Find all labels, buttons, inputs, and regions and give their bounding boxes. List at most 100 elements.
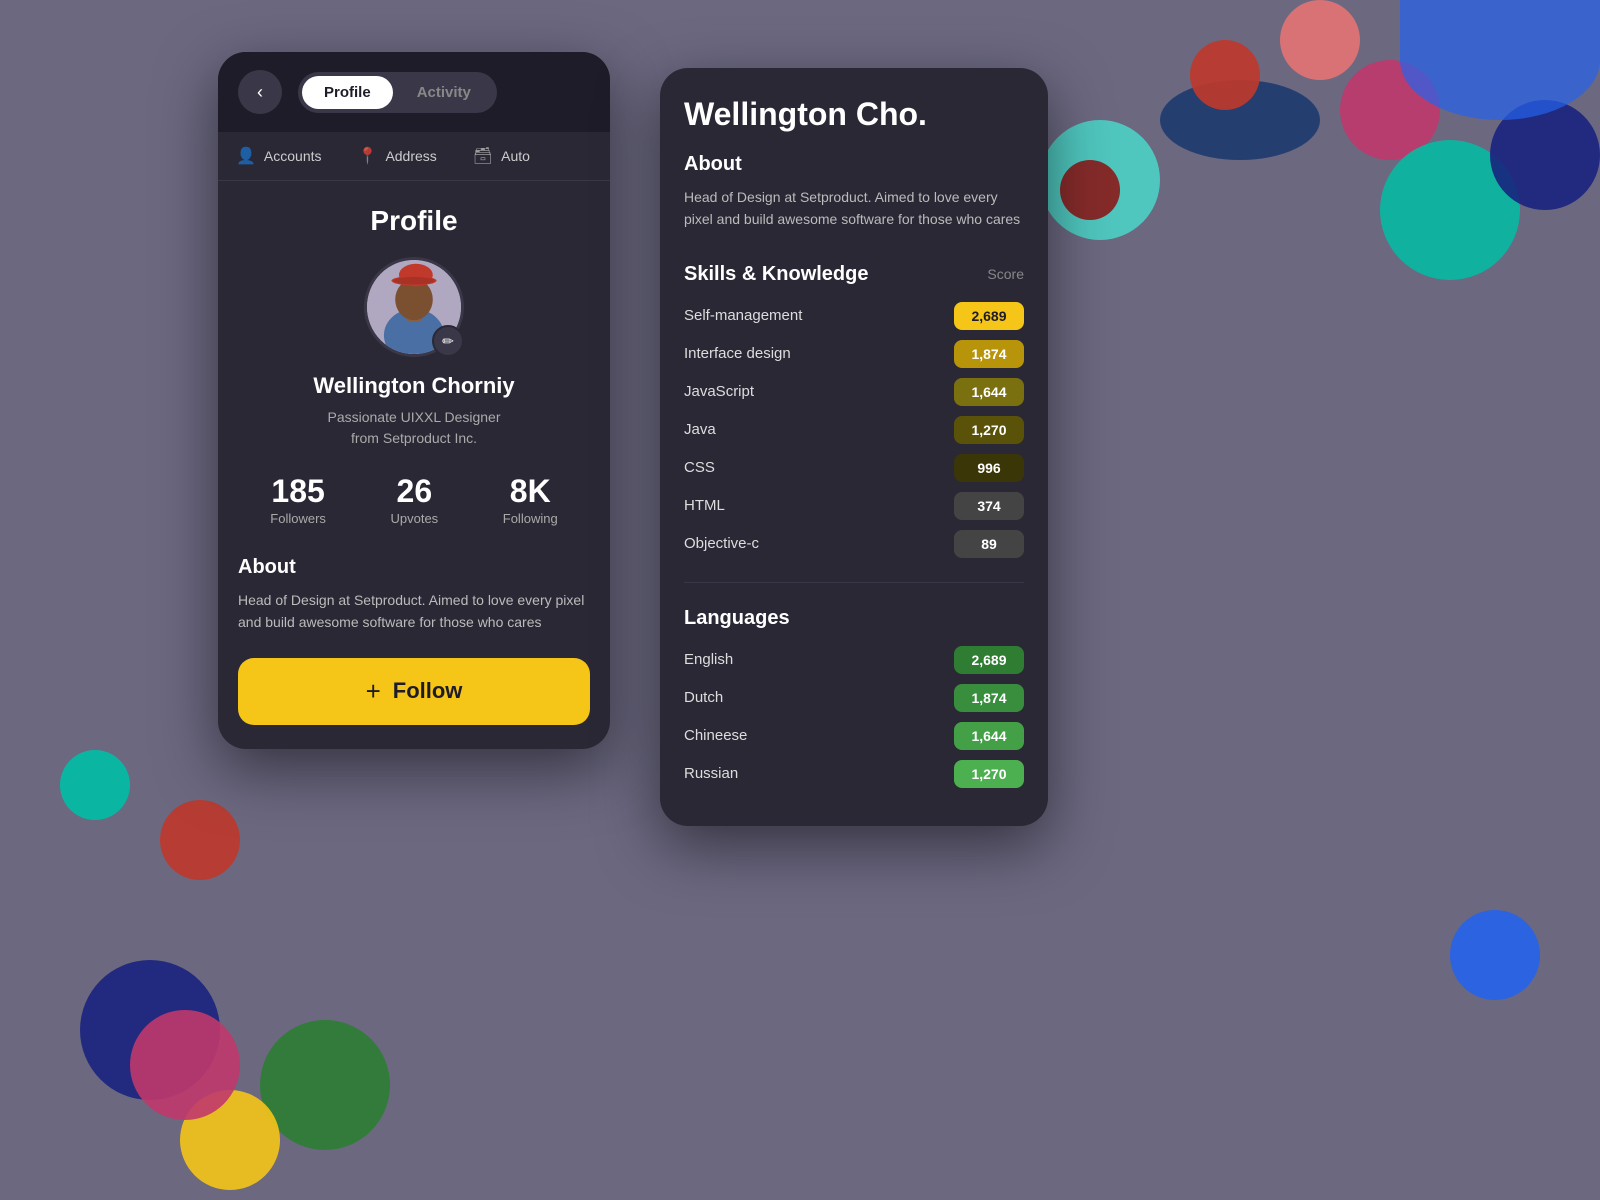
skill-row-css: CSS 996: [684, 454, 1024, 482]
stats-row: 185 Followers 26 Upvotes 8K Following: [238, 473, 590, 528]
following-count: 8K: [503, 473, 558, 510]
skill-name: HTML: [684, 497, 954, 514]
section-divider: [684, 582, 1024, 583]
skill-row-interface-design: Interface design 1,874: [684, 340, 1024, 368]
auto-icon: 🗃: [473, 146, 493, 166]
lang-row-dutch: Dutch 1,874: [684, 684, 1024, 712]
skill-name: JavaScript: [684, 383, 954, 400]
address-icon: 📍: [358, 146, 378, 166]
skill-name: CSS: [684, 459, 954, 476]
deco-blob-yellow: [180, 1090, 280, 1190]
address-label: Address: [385, 148, 436, 164]
skill-row-html: HTML 374: [684, 492, 1024, 520]
lang-name: English: [684, 651, 954, 668]
deco-blob-blue: [1450, 910, 1540, 1000]
user-bio: Passionate UIXXL Designerfrom Setproduct…: [238, 407, 590, 449]
deco-blob-pink2: [130, 1010, 240, 1120]
languages-title: Languages: [684, 607, 1024, 630]
skill-name: Self-management: [684, 307, 954, 324]
skills-header: Skills & Knowledge Score: [684, 263, 1024, 286]
tab-activity[interactable]: Activity: [395, 76, 493, 109]
avatar-container: ✏: [238, 257, 590, 357]
deco-blob-dark-navy2: [80, 960, 220, 1100]
profile-content: Profile: [218, 181, 610, 749]
deco-blob-teal3: [60, 750, 130, 820]
deco-blob-blue2: [1400, 0, 1600, 120]
deco-blob-navy: [1160, 80, 1320, 160]
mobile-profile-card: ‹ Profile Activity 👤 Accounts 📍 Address …: [218, 52, 610, 749]
follow-button[interactable]: + Follow: [238, 658, 590, 725]
followers-label: Followers: [270, 511, 326, 526]
deco-blob-teal2: [1380, 140, 1520, 280]
skill-row-self-management: Self-management 2,689: [684, 302, 1024, 330]
accounts-label: Accounts: [264, 148, 322, 164]
skill-name: Interface design: [684, 345, 954, 362]
lang-name: Russian: [684, 765, 954, 782]
detail-card: Wellington Cho. About Head of Design at …: [660, 68, 1048, 826]
skill-score: 2,689: [954, 302, 1024, 330]
deco-blob-red: [1190, 40, 1260, 110]
followers-count: 185: [270, 473, 326, 510]
detail-name: Wellington Cho.: [684, 96, 1024, 133]
skill-row-objective-c: Objective-c 89: [684, 530, 1024, 558]
deco-blob-dark-navy: [1490, 100, 1600, 210]
about-section: About Head of Design at Setproduct. Aime…: [238, 556, 590, 634]
skills-title: Skills & Knowledge: [684, 263, 868, 286]
detail-about-text: Head of Design at Setproduct. Aimed to l…: [684, 186, 1024, 231]
deco-blob-teal: [1040, 120, 1160, 240]
auto-label: Auto: [501, 148, 530, 164]
tab-group: Profile Activity: [298, 72, 497, 113]
about-text: Head of Design at Setproduct. Aimed to l…: [238, 589, 590, 634]
deco-blob-green: [260, 1020, 390, 1150]
deco-blob-dark-red: [1060, 160, 1120, 220]
upvotes-label: Upvotes: [390, 511, 438, 526]
avatar-wrap: ✏: [364, 257, 464, 357]
back-icon: ‹: [257, 82, 263, 103]
upvotes-count: 26: [390, 473, 438, 510]
accounts-icon: 👤: [236, 146, 256, 166]
stat-followers: 185 Followers: [270, 473, 326, 528]
skill-row-javascript: JavaScript 1,644: [684, 378, 1024, 406]
tab-profile[interactable]: Profile: [302, 76, 393, 109]
stat-following: 8K Following: [503, 473, 558, 528]
subnav-auto[interactable]: 🗃 Auto: [455, 132, 548, 180]
deco-blob-pink: [1340, 60, 1440, 160]
back-button[interactable]: ‹: [238, 70, 282, 114]
pencil-icon: ✏: [442, 333, 454, 350]
deco-blob-coral: [1280, 0, 1360, 80]
deco-blob-red2: [160, 800, 240, 880]
subnav-address[interactable]: 📍 Address: [340, 132, 455, 180]
about-title: About: [238, 556, 590, 579]
detail-about-title: About: [684, 153, 1024, 176]
lang-score: 1,270: [954, 760, 1024, 788]
edit-avatar-button[interactable]: ✏: [432, 325, 464, 357]
skill-score: 996: [954, 454, 1024, 482]
detail-content: Wellington Cho. About Head of Design at …: [660, 68, 1048, 826]
follow-label: Follow: [393, 678, 463, 704]
mobile-header: ‹ Profile Activity: [218, 52, 610, 132]
subnav-accounts[interactable]: 👤 Accounts: [218, 132, 340, 180]
plus-icon: +: [366, 676, 381, 707]
lang-row-english: English 2,689: [684, 646, 1024, 674]
skill-name: Java: [684, 421, 954, 438]
skill-row-java: Java 1,270: [684, 416, 1024, 444]
lang-name: Dutch: [684, 689, 954, 706]
user-name: Wellington Chorniy: [238, 373, 590, 399]
skill-score: 1,874: [954, 340, 1024, 368]
profile-title: Profile: [238, 205, 590, 237]
skill-name: Objective-c: [684, 535, 954, 552]
following-label: Following: [503, 511, 558, 526]
lang-score: 2,689: [954, 646, 1024, 674]
lang-score: 1,644: [954, 722, 1024, 750]
lang-name: Chineese: [684, 727, 954, 744]
skill-score: 89: [954, 530, 1024, 558]
stat-upvotes: 26 Upvotes: [390, 473, 438, 528]
skill-score: 1,644: [954, 378, 1024, 406]
score-label: Score: [987, 266, 1024, 282]
skill-score: 1,270: [954, 416, 1024, 444]
skill-score: 374: [954, 492, 1024, 520]
sub-nav: 👤 Accounts 📍 Address 🗃 Auto: [218, 132, 610, 181]
lang-row-chineese: Chineese 1,644: [684, 722, 1024, 750]
lang-score: 1,874: [954, 684, 1024, 712]
lang-row-russian: Russian 1,270: [684, 760, 1024, 788]
